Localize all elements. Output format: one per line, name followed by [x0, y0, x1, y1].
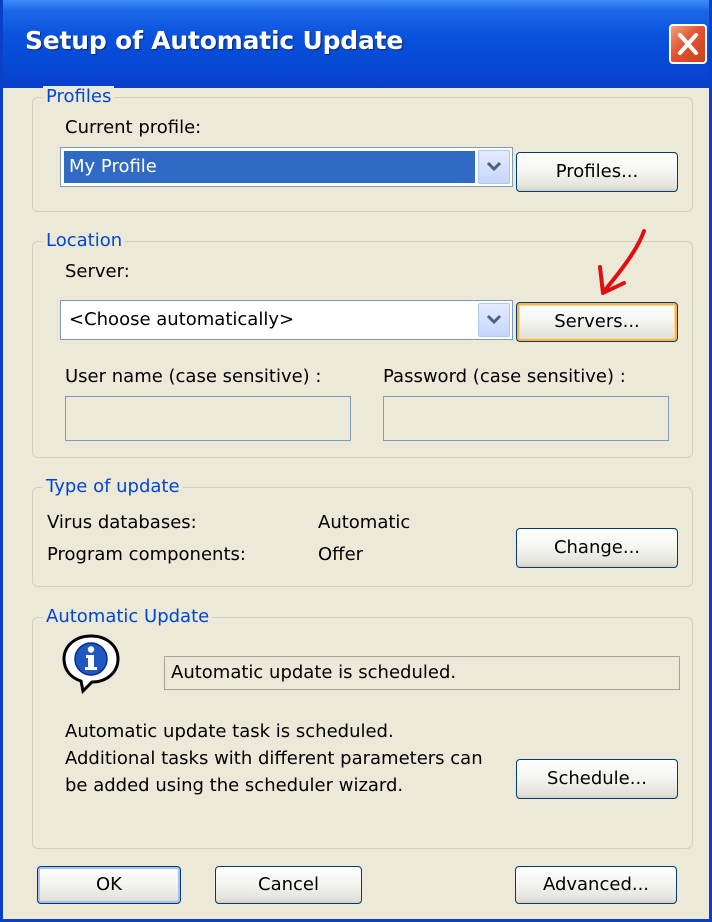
chevron-down-icon [486, 161, 502, 172]
username-label: User name (case sensitive) : [65, 366, 322, 387]
program-components-value: Offer [318, 544, 364, 565]
servers-button[interactable]: Servers... [516, 302, 678, 342]
password-field[interactable] [383, 396, 669, 441]
password-label: Password (case sensitive) : [383, 366, 626, 387]
schedule-button[interactable]: Schedule... [516, 759, 678, 799]
profiles-button[interactable]: Profiles... [516, 152, 678, 192]
description-line-2: Additional tasks with different paramete… [65, 748, 483, 769]
description-line-1: Automatic update task is scheduled. [65, 721, 394, 742]
update-status-text: Automatic update is scheduled. [171, 662, 457, 683]
selected-profile: My Profile [64, 151, 475, 183]
type-of-update-group: Type of update Virus databases: Automati… [32, 476, 693, 587]
close-icon [678, 33, 698, 55]
window-title: Setup of Automatic Update [25, 26, 404, 55]
server-label: Server: [65, 261, 130, 282]
profiles-group: Profiles Current profile: My Profile Pro… [32, 86, 693, 212]
info-icon [62, 634, 120, 694]
program-components-label: Program components: [47, 544, 246, 565]
update-status-field: Automatic update is scheduled. [164, 656, 680, 690]
chevron-down-icon [486, 314, 502, 325]
advanced-button[interactable]: Advanced... [515, 866, 677, 904]
type-of-update-legend: Type of update [43, 476, 183, 498]
server-select[interactable]: <Choose automatically> [60, 300, 513, 340]
virus-databases-label: Virus databases: [47, 512, 197, 533]
description-line-3: be added using the scheduler wizard. [65, 775, 404, 796]
current-profile-label: Current profile: [65, 117, 202, 138]
server-dropdown-button[interactable] [478, 303, 510, 337]
location-legend: Location [43, 230, 126, 252]
profile-select[interactable]: My Profile [60, 147, 513, 187]
ok-button[interactable]: OK [37, 866, 181, 904]
server-value: <Choose automatically> [69, 309, 295, 330]
change-button[interactable]: Change... [516, 528, 678, 568]
dialog-window: Setup of Automatic Update Profiles Curre… [0, 0, 712, 922]
automatic-update-legend: Automatic Update [43, 606, 213, 628]
close-button[interactable] [669, 24, 707, 64]
automatic-update-group: Automatic Update Automatic update is sch… [32, 606, 693, 849]
title-bar[interactable]: Setup of Automatic Update [3, 0, 709, 88]
virus-databases-value: Automatic [318, 512, 411, 533]
cancel-button[interactable]: Cancel [215, 866, 362, 904]
red-arrow-annotation [598, 229, 646, 295]
profiles-legend: Profiles [43, 86, 115, 108]
profile-dropdown-button[interactable] [478, 150, 510, 184]
username-field[interactable] [65, 396, 351, 441]
